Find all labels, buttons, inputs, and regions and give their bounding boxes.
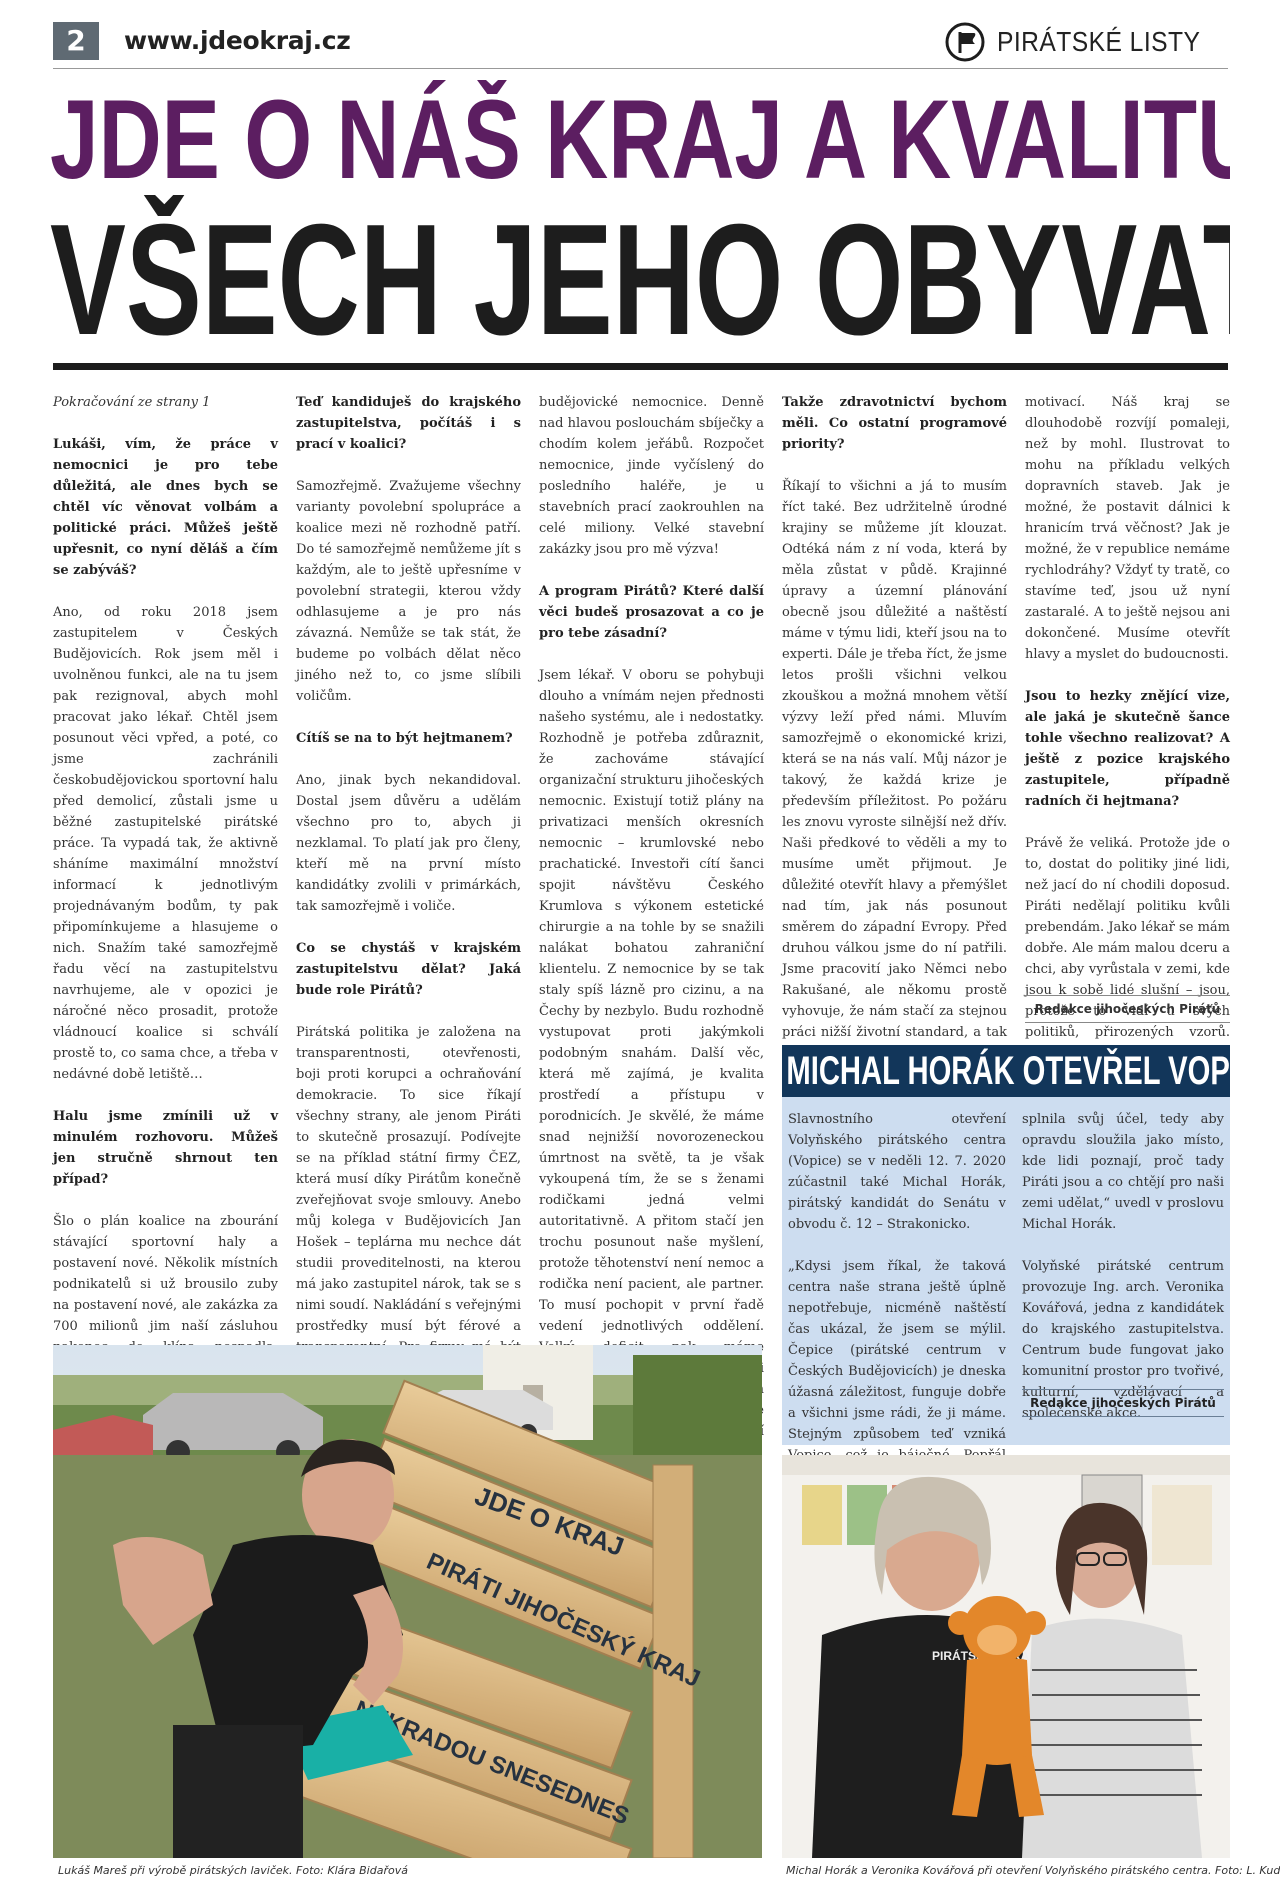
headline-line-2: VŠECH JEHO OBYVATEL	[50, 195, 1230, 365]
header-rule	[53, 68, 1228, 69]
site-url[interactable]: www.jdeokraj.cz	[124, 26, 351, 55]
sidebar-signature: Redakce jihočeských Pirátů	[1022, 1389, 1224, 1417]
interview-answer: Jsem lékař. V oboru se pohybuji dlouho a…	[539, 668, 764, 1460]
interview-question: Halu jsme zmínili už v minulém rozhovoru…	[53, 1109, 278, 1187]
article-column-3: budějovické nemocnice. Denně nad hlavou …	[539, 392, 764, 1484]
interview-question: Cítíš se na to být hejtmanem?	[296, 731, 513, 746]
interview-answer: Ano, jinak bych nekandidoval. Dostal jse…	[296, 773, 521, 914]
article-signature: Redakce jihočeských Pirátů	[1025, 995, 1230, 1023]
brand-name: PIRÁTSKÉ LISTY	[996, 26, 1201, 57]
brand: PIRÁTSKÉ LISTY	[945, 20, 1228, 64]
sidebar-paragraph: splnila svůj účel, tedy aby opravdu slou…	[1022, 1112, 1224, 1232]
vopice-opening-photo: PIRÁTSKÁ STRANA	[782, 1455, 1230, 1858]
sidebar-title: MICHAL HORÁK OTEVŘEL VOPICI	[782, 1045, 1230, 1097]
page-number: 2	[53, 22, 99, 60]
newspaper-page: 2 www.jdeokraj.cz PIRÁTSKÉ LISTY JDE O N…	[0, 0, 1280, 1887]
interview-question: Jsou to hezky znějící vize, ale jaká je …	[1025, 689, 1230, 809]
headline-rule	[53, 363, 1228, 370]
interview-answer: motivací. Náš kraj se dlouhodobě rozvíjí…	[1025, 395, 1230, 662]
sidebar-paragraph: Slavnostního otevření Volyňského pirátsk…	[788, 1112, 1006, 1232]
interview-answer: budějovické nemocnice. Denně nad hlavou …	[539, 395, 764, 557]
pirate-flag-icon	[945, 22, 985, 62]
bench-photo-caption: Lukáš Mareš při výrobě pirátských laviče…	[58, 1864, 408, 1877]
interview-answer: Ano, od roku 2018 jsem zastupitelem v Če…	[53, 605, 278, 1082]
interview-question: Lukáši, vím, že práce v nemocnici je pro…	[53, 437, 278, 578]
bench-photo: JDE O KRAJ PIRÁTI JIHOČESKÝ KRAJ NEKRADO…	[53, 1345, 762, 1858]
sidebar-column-1: Slavnostního otevření Volyňského pirátsk…	[788, 1109, 1006, 1508]
interview-answer: Samozřejmě. Zvažujeme všechny varianty p…	[296, 479, 521, 704]
interview-question: Teď kandiduješ do krajského zastupitelst…	[296, 395, 521, 452]
interview-question: Takže zdravotnictví bychom měli. Co osta…	[782, 395, 1007, 452]
continuation-note: Pokračování ze strany 1	[53, 395, 211, 410]
sidebar-box: MICHAL HORÁK OTEVŘEL VOPICI Slavnostního…	[782, 1045, 1230, 1484]
interview-question: Co se chystáš v krajském zastupitelstvu …	[296, 941, 521, 998]
headline-line-1: JDE O NÁŠ KRAJ A KVALITU ŽIVOTA	[50, 80, 1230, 200]
interview-question: A program Pirátů? Které další věci budeš…	[539, 584, 764, 641]
article-column-5: motivací. Náš kraj se dlouhodobě rozvíjí…	[1025, 392, 1230, 1148]
sidebar-paragraph: „Kdysi jsem říkal, že taková centra naše…	[788, 1259, 1006, 1484]
vopice-photo-caption: Michal Horák a Veronika Kovářová při ote…	[786, 1864, 1280, 1877]
